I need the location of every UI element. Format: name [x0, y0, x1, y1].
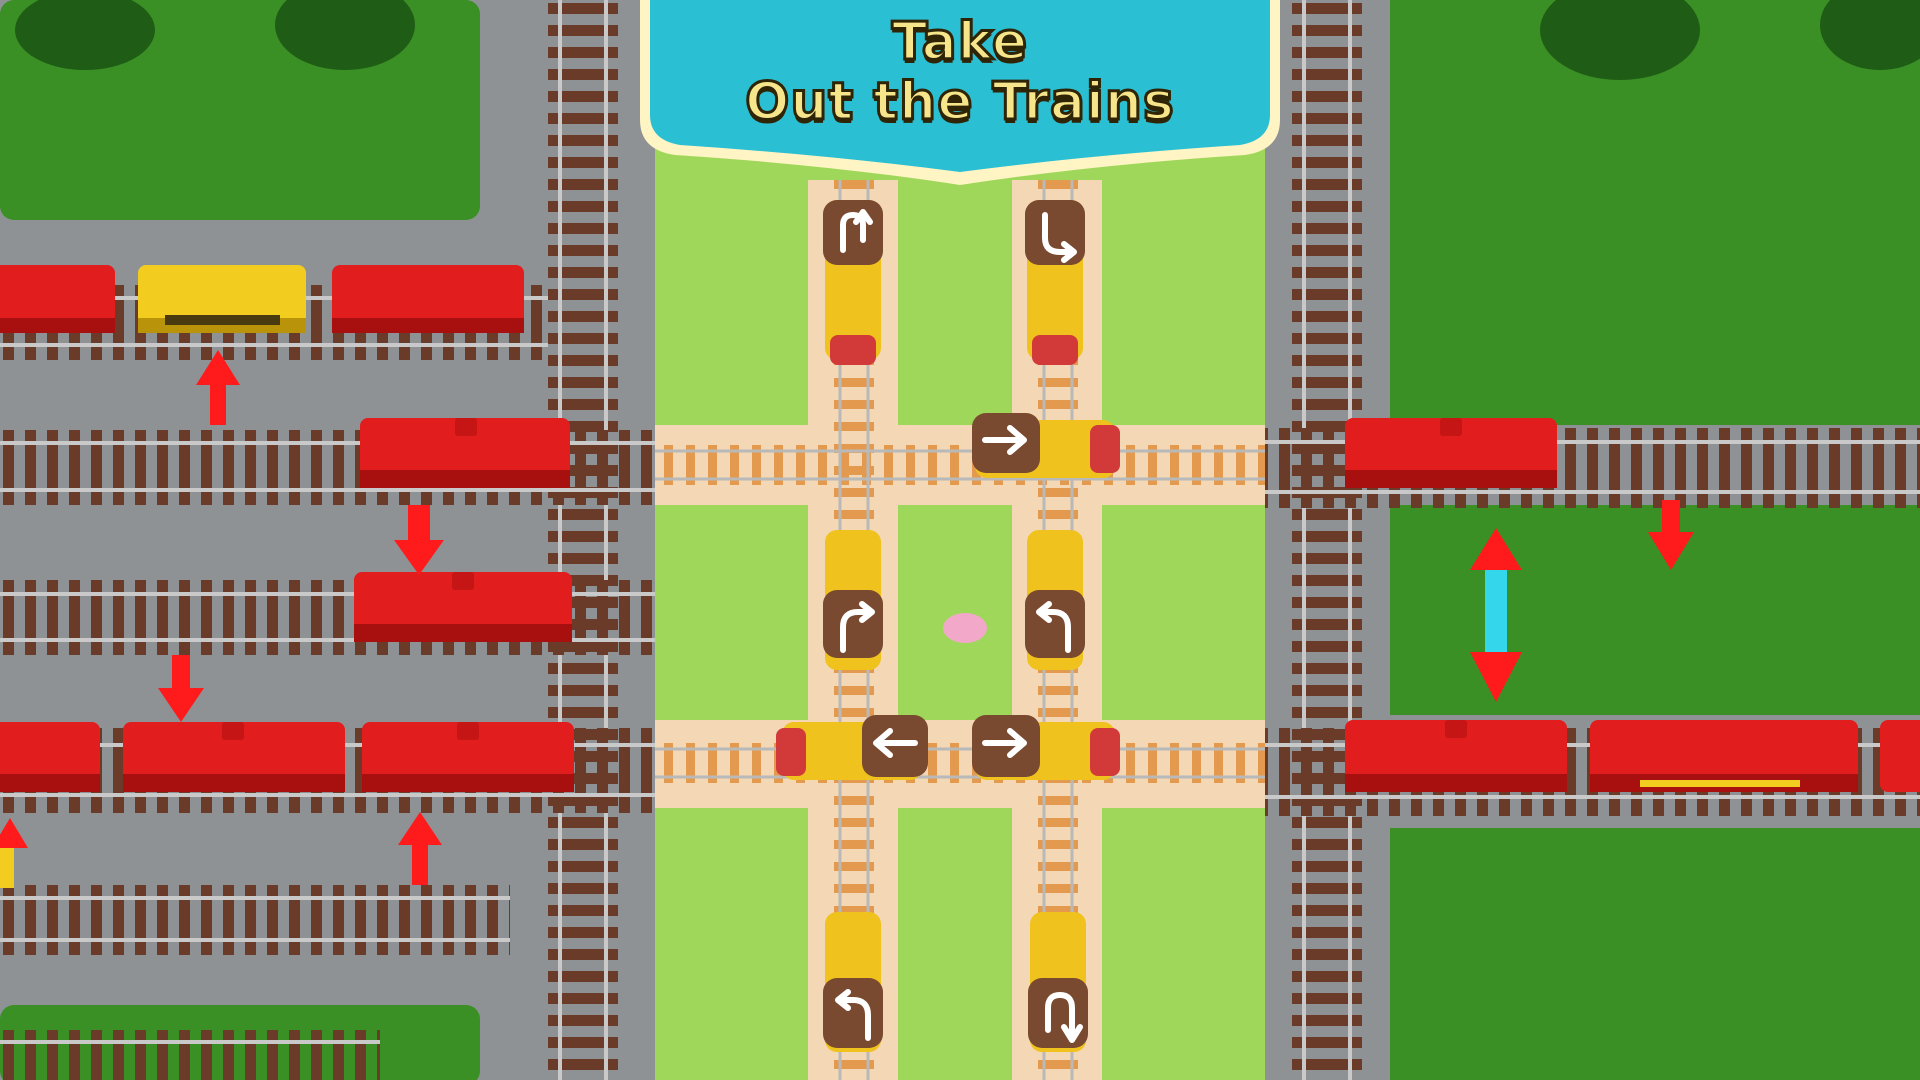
locomotive[interactable]	[823, 530, 883, 670]
wagon-red[interactable]	[1880, 720, 1920, 792]
wagon-red[interactable]	[362, 722, 574, 792]
banner-title-line2: Out the Trains	[744, 71, 1176, 134]
vertical-track-right	[1292, 0, 1362, 1080]
locomotive[interactable]	[972, 413, 1120, 478]
locomotive[interactable]	[823, 912, 883, 1052]
locomotive[interactable]	[823, 200, 883, 365]
wagon-red[interactable]	[123, 722, 345, 792]
hint-arrow-up-icon	[398, 812, 442, 885]
locomotive[interactable]	[1025, 200, 1085, 365]
wagon-red[interactable]	[360, 418, 570, 488]
locomotive[interactable]	[1025, 530, 1085, 670]
locomotive[interactable]	[776, 715, 928, 780]
title-banner: Take Out the Trains	[640, 0, 1280, 190]
wagon-red[interactable]	[354, 572, 572, 642]
wagon-red[interactable]	[332, 265, 524, 333]
wagon-red[interactable]	[1590, 720, 1858, 792]
vertical-track-left	[548, 0, 618, 1080]
collectible-blob[interactable]	[943, 613, 987, 643]
wagon-yellow[interactable]	[138, 265, 306, 333]
grass-bottom-right	[1390, 828, 1920, 1080]
banner-title: Take Out the Trains	[640, 11, 1280, 134]
wagon-red[interactable]	[1345, 418, 1557, 488]
wagon-red[interactable]	[1345, 720, 1567, 792]
hint-arrow-down-icon	[158, 655, 204, 722]
locomotive[interactable]	[1028, 912, 1088, 1052]
hint-arrow-up-icon	[0, 818, 28, 888]
locomotive[interactable]	[972, 715, 1120, 780]
hint-arrow-up-icon	[196, 350, 240, 425]
banner-title-line1: Take	[890, 11, 1029, 74]
grass-top-right	[1390, 0, 1920, 425]
grass-top-left	[0, 0, 480, 220]
wagon-red[interactable]	[0, 722, 100, 792]
hint-arrow-down-icon	[394, 505, 444, 575]
wagon-red[interactable]	[0, 265, 115, 333]
